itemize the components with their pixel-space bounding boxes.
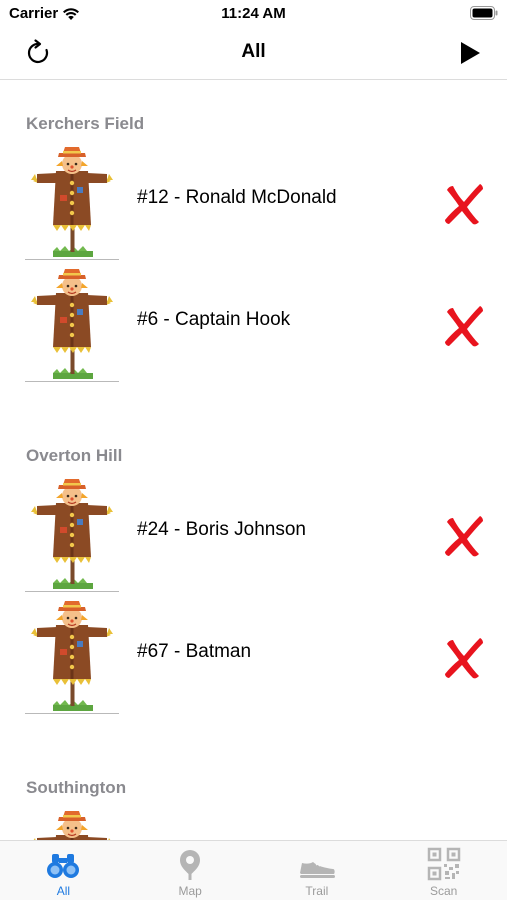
battery-icon bbox=[470, 6, 498, 20]
tab-label: Trail bbox=[305, 884, 329, 898]
tab-label: Map bbox=[178, 884, 202, 898]
scarecrow-title: #6 - Captain Hook bbox=[137, 309, 291, 330]
not-found-cross-icon bbox=[444, 183, 484, 225]
list-item[interactable]: #6 - Captain Hook bbox=[0, 269, 507, 391]
not-found-cross-icon bbox=[444, 515, 484, 557]
binoculars-icon bbox=[47, 854, 80, 878]
section-header: Kerchers Field bbox=[26, 114, 145, 133]
list-item[interactable]: #5 - Traffic Warden bbox=[0, 811, 507, 840]
qr-code-icon bbox=[427, 847, 460, 881]
status-time: 11:24 AM bbox=[221, 5, 286, 22]
not-found-cross-icon bbox=[444, 637, 484, 679]
list-item[interactable]: #24 - Boris Johnson bbox=[0, 479, 507, 601]
scarecrow-thumbnail bbox=[25, 601, 119, 714]
section-header: Southington bbox=[26, 778, 127, 797]
list-item[interactable]: #67 - Batman bbox=[0, 601, 507, 723]
scarecrow-thumbnail bbox=[25, 269, 119, 382]
status-bar: Carrier 11:24 AM bbox=[0, 0, 507, 28]
tab-label: Scan bbox=[429, 884, 458, 898]
tab-label: All bbox=[56, 884, 71, 898]
tab-bar: All Map Trail Scan bbox=[0, 840, 507, 900]
play-icon[interactable] bbox=[457, 40, 483, 66]
section-header: Overton Hill bbox=[26, 446, 123, 465]
tab-trail[interactable]: Trail bbox=[254, 841, 381, 900]
tab-scan[interactable]: Scan bbox=[380, 841, 507, 900]
scarecrow-thumbnail bbox=[25, 479, 119, 592]
trail-shoe-icon bbox=[299, 862, 335, 878]
page-title: All bbox=[241, 41, 266, 62]
scarecrow-list[interactable]: Kerchers Field #12 - Ronald McDonald #6 … bbox=[0, 81, 507, 840]
tab-all[interactable]: All bbox=[0, 841, 127, 900]
list-item[interactable]: #12 - Ronald McDonald bbox=[0, 147, 507, 269]
scarecrow-thumbnail bbox=[25, 147, 119, 260]
scarecrow-title: #12 - Ronald McDonald bbox=[137, 187, 337, 208]
scarecrow-thumbnail bbox=[25, 811, 119, 840]
scarecrow-title: #24 - Boris Johnson bbox=[137, 519, 306, 540]
map-pin-icon bbox=[180, 850, 201, 880]
tab-map[interactable]: Map bbox=[127, 841, 254, 900]
not-found-cross-icon bbox=[444, 305, 484, 347]
scarecrow-title: #67 - Batman bbox=[137, 641, 252, 662]
navigation-bar: All bbox=[0, 28, 507, 80]
